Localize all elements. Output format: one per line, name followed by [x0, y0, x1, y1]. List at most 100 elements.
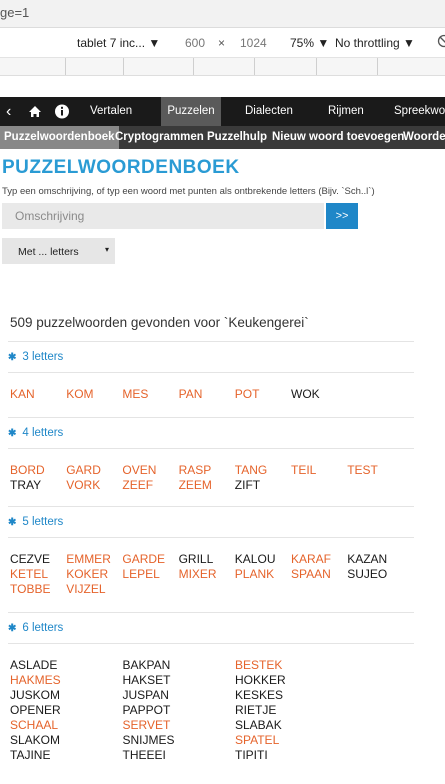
search-button[interactable]: >> [326, 203, 358, 229]
word-link[interactable]: ZEEM [179, 478, 212, 493]
word-link[interactable]: GARD [66, 463, 101, 478]
word-item: ZIFT [235, 478, 260, 493]
nav-rijmen[interactable]: Rijmen [328, 97, 364, 126]
word-item: KAZAN [347, 552, 387, 567]
word-grid: BORDGARDOVENRASPTANGTEILTESTTRAYVORKZEEF… [8, 449, 414, 505]
result-count: 509 puzzelwoorden gevonden voor `Keukeng… [10, 315, 445, 330]
word-section: ✱ 6 letters ASLADE BAKPAN BESTEK HAKMES HAKSET… [8, 612, 414, 784]
word-link[interactable]: SCHAAL [10, 718, 58, 733]
section-heading-label: 5 letters [22, 516, 63, 528]
word-link[interactable]: KAN [10, 387, 35, 402]
word-link[interactable]: PLANK [235, 567, 274, 582]
primary-nav: ‹ Vertalen Puzzelen Dialecten Rijmen Spr… [0, 97, 445, 126]
word-link[interactable]: BORD [10, 463, 45, 478]
word-link[interactable]: MES [122, 387, 148, 402]
word-item: HOKKER [235, 673, 286, 688]
word-item: SUJEO [347, 567, 387, 582]
word-item: KALOU [235, 552, 276, 567]
subnav-puzzelwoordenboek[interactable]: Puzzelwoordenboek [0, 126, 119, 149]
dimension-times: × [218, 36, 225, 50]
word-item: PAPPOT [123, 703, 171, 718]
word-link[interactable]: SERVET [123, 718, 171, 733]
word-item: ASLADE [10, 658, 57, 673]
word-item: GRILL [179, 552, 214, 567]
page-title: PUZZELWOORDENBOEK [2, 157, 445, 179]
nav-puzzelen[interactable]: Puzzelen [161, 97, 221, 126]
zoom-select[interactable]: 75% ▼ [290, 36, 329, 50]
height-input[interactable]: 1024 [240, 36, 267, 50]
word-link[interactable]: KOKER [66, 567, 108, 582]
letters-select-label: Met ... letters [18, 246, 79, 258]
letters-select[interactable]: Met ... letters ▾ [2, 238, 115, 264]
word-link[interactable]: VORK [66, 478, 100, 493]
word-link[interactable]: BESTEK [235, 658, 282, 673]
url-text: ge=1 [0, 5, 29, 20]
home-icon[interactable] [27, 97, 43, 126]
asterisk-icon: ✱ [8, 517, 16, 528]
subnav-puzzelhulp[interactable]: Puzzelhulp [207, 126, 267, 149]
section-heading: ✱ 4 letters [8, 417, 414, 449]
subnav-nieuw-woord[interactable]: Nieuw woord toevoegen [272, 126, 404, 149]
word-grid: CEZVE EMMER GARDE GRILL KALOU KARAF KAZAN KETEL… [8, 538, 414, 612]
word-link[interactable]: GARDE [122, 552, 165, 567]
nav-vertalen[interactable]: Vertalen [90, 97, 132, 126]
word-grid: ASLADEBAKPANBESTEKHAKMESHAKSETHOKKERJUSK… [8, 644, 414, 784]
throttling-select[interactable]: No throttling ▼ [335, 36, 415, 50]
chevron-down-icon: ▾ [105, 245, 109, 254]
width-input[interactable]: 600 [185, 36, 205, 50]
word-link[interactable]: KOM [66, 387, 93, 402]
word-link[interactable]: OVEN [122, 463, 156, 478]
media-query-ruler [0, 58, 445, 76]
word-item: HAKSET [123, 673, 171, 688]
word-item: THEEEI [123, 748, 166, 763]
word-link[interactable]: SPAAN [291, 567, 331, 582]
word-link[interactable]: LEPEL [122, 567, 159, 582]
section-heading-label: 4 letters [22, 427, 63, 439]
address-bar[interactable]: ge=1 [0, 0, 445, 28]
info-icon[interactable] [54, 97, 70, 126]
word-item: CEZVE [10, 552, 50, 567]
section-heading: ✱ 5 letters [8, 506, 414, 538]
word-section: ✱4 lettersBORDGARDOVENRASPTANGTEILTESTTR… [8, 417, 414, 505]
word-link[interactable]: HAKMES [10, 673, 61, 688]
word-link[interactable]: RASP [179, 463, 212, 478]
word-link[interactable]: EMMER [66, 552, 111, 567]
word-link[interactable]: ZEEF [122, 478, 153, 493]
word-grid: KANKOMMESPANPOTWOK [8, 373, 414, 413]
subnav-woorden[interactable]: Woorden [403, 126, 445, 149]
word-link[interactable]: KARAF [291, 552, 331, 567]
search-form: >> [2, 203, 445, 230]
word-link[interactable]: POT [235, 387, 260, 402]
section-heading-label: 6 letters [22, 622, 63, 634]
subnav-cryptogrammen[interactable]: Cryptogrammen [115, 126, 204, 149]
word-item: SLABAK [235, 718, 282, 733]
word-link[interactable]: TANG [235, 463, 267, 478]
search-input[interactable] [2, 203, 324, 229]
back-icon[interactable]: ‹ [6, 97, 11, 126]
word-link[interactable]: MIXER [179, 567, 217, 582]
secondary-nav: Puzzelwoordenboek Cryptogrammen Puzzelhu… [0, 126, 445, 149]
word-item: TAJINE [10, 748, 50, 763]
word-link[interactable]: TEST [347, 463, 378, 478]
rotate-icon[interactable] [437, 34, 445, 51]
search-hint: Typ een omschrijving, of typ een woord m… [2, 186, 445, 197]
word-item: TIPITI [235, 748, 268, 763]
word-item: BAKPAN [123, 658, 171, 673]
word-link[interactable]: TEIL [291, 463, 316, 478]
word-link[interactable]: VIJZEL [66, 582, 105, 597]
nav-spreekwoorden[interactable]: Spreekwo [394, 97, 445, 126]
section-heading: ✱ 6 letters [8, 612, 414, 644]
device-select[interactable]: tablet 7 inc... ▼ [77, 36, 160, 50]
asterisk-icon: ✱ [8, 623, 16, 634]
word-link[interactable]: PAN [179, 387, 203, 402]
word-link[interactable]: SPATEL [235, 733, 279, 748]
word-section: ✱ 5 letters CEZVE EMMER GARDE GRILL KALOU KARAF… [8, 506, 414, 612]
asterisk-icon: ✱ [8, 352, 16, 363]
word-item: SLAKOM [10, 733, 60, 748]
word-link[interactable]: KETEL [10, 567, 48, 582]
word-item: OPENER [10, 703, 61, 718]
word-link[interactable]: TOBBE [10, 582, 50, 597]
nav-dialecten[interactable]: Dialecten [245, 97, 293, 126]
section-heading: ✱3 letters [8, 341, 414, 373]
asterisk-icon: ✱ [8, 428, 16, 439]
